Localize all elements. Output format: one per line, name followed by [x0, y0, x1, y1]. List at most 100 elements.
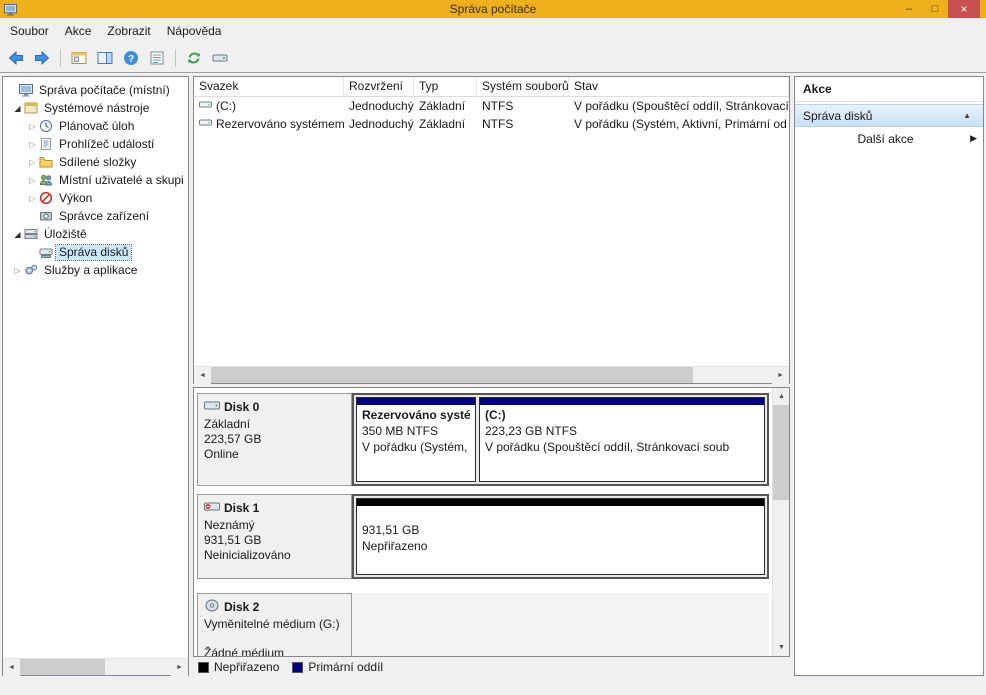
more-actions-label: Další akce [801, 132, 970, 146]
export-list-button[interactable] [146, 47, 168, 69]
expand-arrow-icon[interactable]: ▷ [11, 266, 24, 275]
column-header-svazek[interactable]: Svazek [194, 77, 344, 96]
computer-icon [19, 83, 36, 97]
volume-status: V pořádku (Spouštěcí oddíl, Stránkovací [569, 97, 789, 115]
forward-button[interactable] [31, 47, 53, 69]
disk0-label[interactable]: Disk 0 Základní 223,57 GB Online [197, 393, 352, 486]
actions-panel-title: Akce [795, 77, 983, 102]
disk-row-1: Disk 1 Neznámý 931,51 GB Neinicializován… [197, 494, 769, 579]
tree-item-services-applications[interactable]: ▷ Služby a aplikace [3, 261, 188, 279]
scroll-thumb[interactable] [20, 659, 105, 675]
tree-item-computer-management[interactable]: Správa počítače (místní) [3, 81, 188, 99]
partition-status: V pořádku (Systém, [362, 439, 470, 455]
disk-drive-icon [204, 399, 220, 415]
services-icon [24, 263, 41, 277]
volume-icon [199, 98, 212, 114]
console-tree-button[interactable] [68, 47, 90, 69]
action-pane-button[interactable] [94, 47, 116, 69]
tree-item-label: Místní uživatelé a skupi [56, 173, 187, 188]
expand-arrow-icon[interactable]: ▷ [26, 194, 39, 203]
device-manager-icon [39, 209, 56, 223]
volume-row-c[interactable]: (C:) Jednoduchý Základní NTFS V pořádku … [194, 97, 789, 115]
scroll-track[interactable] [211, 367, 772, 383]
scroll-thumb[interactable] [773, 405, 789, 500]
tree-item-task-scheduler[interactable]: ▷ Plánovač úloh [3, 117, 188, 135]
expand-arrow-icon[interactable]: ◢ [11, 104, 24, 113]
column-header-typ[interactable]: Typ [414, 77, 477, 96]
menu-zobrazit[interactable]: Zobrazit [99, 20, 158, 42]
back-button[interactable] [5, 47, 27, 69]
scroll-left-icon[interactable]: ◄ [3, 659, 20, 676]
minimize-button[interactable]: – [896, 0, 922, 18]
toolbar-separator [60, 49, 61, 67]
expand-arrow-icon[interactable]: ◢ [11, 230, 24, 239]
volume-list: Svazek Rozvržení Typ Systém souborů Stav… [193, 76, 790, 384]
tree-item-performance[interactable]: ▷ Výkon [3, 189, 188, 207]
volume-horizontal-scrollbar[interactable]: ◄ ► [194, 366, 789, 383]
volume-layout: Jednoduchý [344, 97, 414, 115]
svg-text:?: ? [128, 54, 134, 65]
diskview-vertical-scrollbar[interactable]: ▲ ▼ [772, 388, 789, 656]
disk-properties-button[interactable] [209, 47, 231, 69]
disk-status: Žádné médium [204, 646, 345, 656]
tree-item-device-manager[interactable]: Správce zařízení [3, 207, 188, 225]
scroll-right-icon[interactable]: ► [772, 367, 789, 384]
scroll-thumb[interactable] [211, 367, 693, 383]
collapse-chevron-icon[interactable]: ▲ [963, 111, 975, 120]
maximize-button[interactable]: □ [922, 0, 948, 18]
scroll-left-icon[interactable]: ◄ [194, 367, 211, 384]
disk-row-0: Disk 0 Základní 223,57 GB Online Rezervo… [197, 393, 769, 486]
tree-item-label: Výkon [56, 191, 95, 206]
volume-filesystem: NTFS [477, 97, 569, 115]
expand-arrow-icon[interactable]: ▷ [26, 158, 39, 167]
actions-section-label: Správa disků [803, 109, 963, 123]
column-header-system-souboru[interactable]: Systém souborů [477, 77, 569, 96]
volume-filesystem: NTFS [477, 115, 569, 133]
column-header-stav[interactable]: Stav [569, 77, 789, 96]
tree-horizontal-scrollbar[interactable]: ◄ ► [3, 658, 188, 675]
scroll-track[interactable] [20, 659, 171, 675]
unallocated-region[interactable]: 931,51 GB Nepřiřazeno [356, 498, 765, 575]
tree-item-shared-folders[interactable]: ▷ Sdílené složky [3, 153, 188, 171]
scroll-track[interactable] [773, 405, 789, 639]
partition-system-reserved[interactable]: Rezervováno systé 350 MB NTFS V pořádku … [356, 397, 476, 482]
more-actions-item[interactable]: Další akce ▶ [795, 127, 983, 150]
expand-arrow-icon[interactable]: ▷ [26, 140, 39, 149]
tree-item-label: Správa disků [56, 245, 131, 260]
disk0-partitions: Rezervováno systé 350 MB NTFS V pořádku … [352, 393, 769, 486]
disk2-label[interactable]: Disk 2 Vyměnitelné médium (G:) Žádné méd… [197, 593, 352, 656]
expand-arrow-icon[interactable]: ▷ [26, 176, 39, 185]
menu-soubor[interactable]: Soubor [2, 20, 57, 42]
scroll-down-icon[interactable]: ▼ [773, 639, 790, 656]
scroll-right-icon[interactable]: ► [171, 659, 188, 676]
titlebar[interactable]: Správa počítače – □ × [0, 0, 986, 18]
expand-arrow-icon[interactable]: ▷ [26, 122, 39, 131]
refresh-button[interactable] [183, 47, 205, 69]
legend: Nepřiřazeno Primární oddíl [193, 658, 790, 676]
tree-item-local-users-groups[interactable]: ▷ Místní uživatelé a skupi [3, 171, 188, 189]
tree-item-system-tools[interactable]: ◢ Systémové nástroje [3, 99, 188, 117]
scroll-up-icon[interactable]: ▲ [773, 388, 790, 405]
volume-icon [199, 116, 212, 132]
tree-item-event-viewer[interactable]: ▷ Prohlížeč událostí [3, 135, 188, 153]
disk-graphical-view: Disk 0 Základní 223,57 GB Online Rezervo… [193, 387, 790, 657]
partition-c[interactable]: (C:) 223,23 GB NTFS V pořádku (Spouštěcí… [479, 397, 765, 482]
column-header-rozvrzeni[interactable]: Rozvržení [344, 77, 414, 96]
actions-section-disk-management[interactable]: Správa disků ▲ [795, 104, 983, 127]
system-tools-icon [24, 101, 41, 115]
tree-item-disk-management[interactable]: Správa disků [3, 243, 188, 261]
volume-row-system-reserved[interactable]: Rezervováno systémem Jednoduchý Základní… [194, 115, 789, 133]
menu-napoveda[interactable]: Nápověda [159, 20, 230, 42]
partition-size: 931,51 GB [362, 522, 759, 538]
tree-item-label: Úložiště [41, 227, 90, 242]
disk1-partitions: 931,51 GB Nepřiřazeno [352, 494, 769, 579]
tree-item-storage[interactable]: ◢ Úložiště [3, 225, 188, 243]
menu-akce[interactable]: Akce [57, 20, 100, 42]
partition-size: 350 MB NTFS [362, 423, 470, 439]
window-title: Správa počítače [450, 2, 537, 16]
disk1-label[interactable]: Disk 1 Neznámý 931,51 GB Neinicializován… [197, 494, 352, 579]
close-button[interactable]: × [948, 0, 980, 18]
help-button[interactable]: ? [120, 47, 142, 69]
disk-name: Disk 1 [224, 501, 259, 515]
tree-item-label: Správa počítače (místní) [36, 83, 173, 98]
